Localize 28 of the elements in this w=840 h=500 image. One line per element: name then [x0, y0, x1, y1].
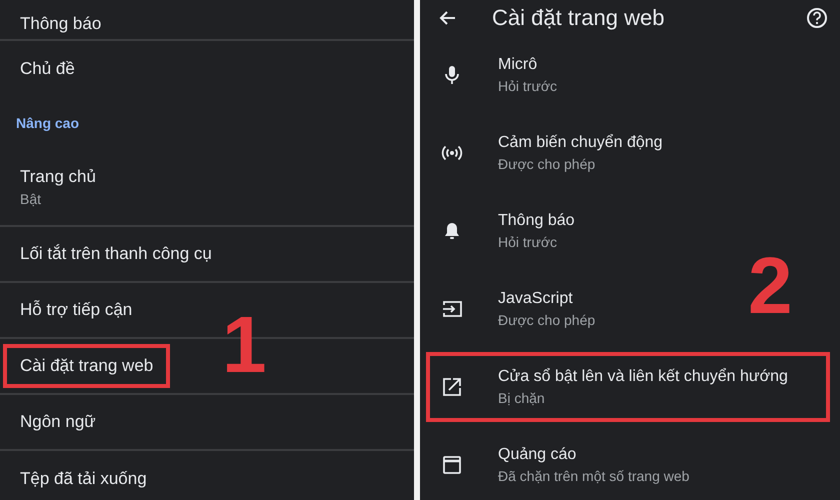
page-title: Cài đặt trang web [492, 5, 666, 31]
settings-item[interactable]: Thông báo [3, 2, 118, 46]
setting-status: Được cho phép [498, 156, 596, 172]
setting-status: Hỏi trước [498, 234, 558, 250]
setting-title: Cảm biến chuyển động [498, 134, 663, 152]
setting-title: Cửa sổ bật lên và liên kết chuyển hướng [498, 368, 788, 386]
setting-status: Bị chặn [498, 390, 546, 406]
settings-item[interactable]: Hỗ trợ tiếp cận [3, 288, 150, 332]
setting-status: Được cho phép [498, 312, 596, 328]
settings-item[interactable]: Cài đặt trang web [3, 344, 170, 388]
help-icon[interactable] [806, 7, 828, 29]
input-arrow-icon [441, 298, 463, 320]
settings-item[interactable]: Tệp đã tải xuống [3, 457, 164, 500]
setting-status: Đã chặn trên một số trang web [498, 468, 690, 484]
setting-title: Quảng cáo [498, 446, 578, 464]
setting-title: JavaScript [498, 290, 574, 308]
open-in-new-icon [441, 376, 463, 398]
section-header: Nâng cao [16, 115, 80, 131]
setting-status: Hỏi trước [498, 78, 558, 94]
window-icon [441, 454, 463, 476]
settings-item[interactable]: Ngôn ngữ [3, 400, 113, 444]
setting-title: Micrô [498, 56, 538, 74]
step-number: 1 [222, 305, 266, 385]
settings-item[interactable]: Trang chủ Bật [3, 165, 113, 209]
step-number: 2 [748, 246, 792, 326]
settings-item[interactable]: Chủ đề [3, 47, 92, 91]
setting-title: Thông báo [498, 212, 575, 230]
settings-item[interactable]: Lối tắt trên thanh công cụ [3, 232, 229, 276]
